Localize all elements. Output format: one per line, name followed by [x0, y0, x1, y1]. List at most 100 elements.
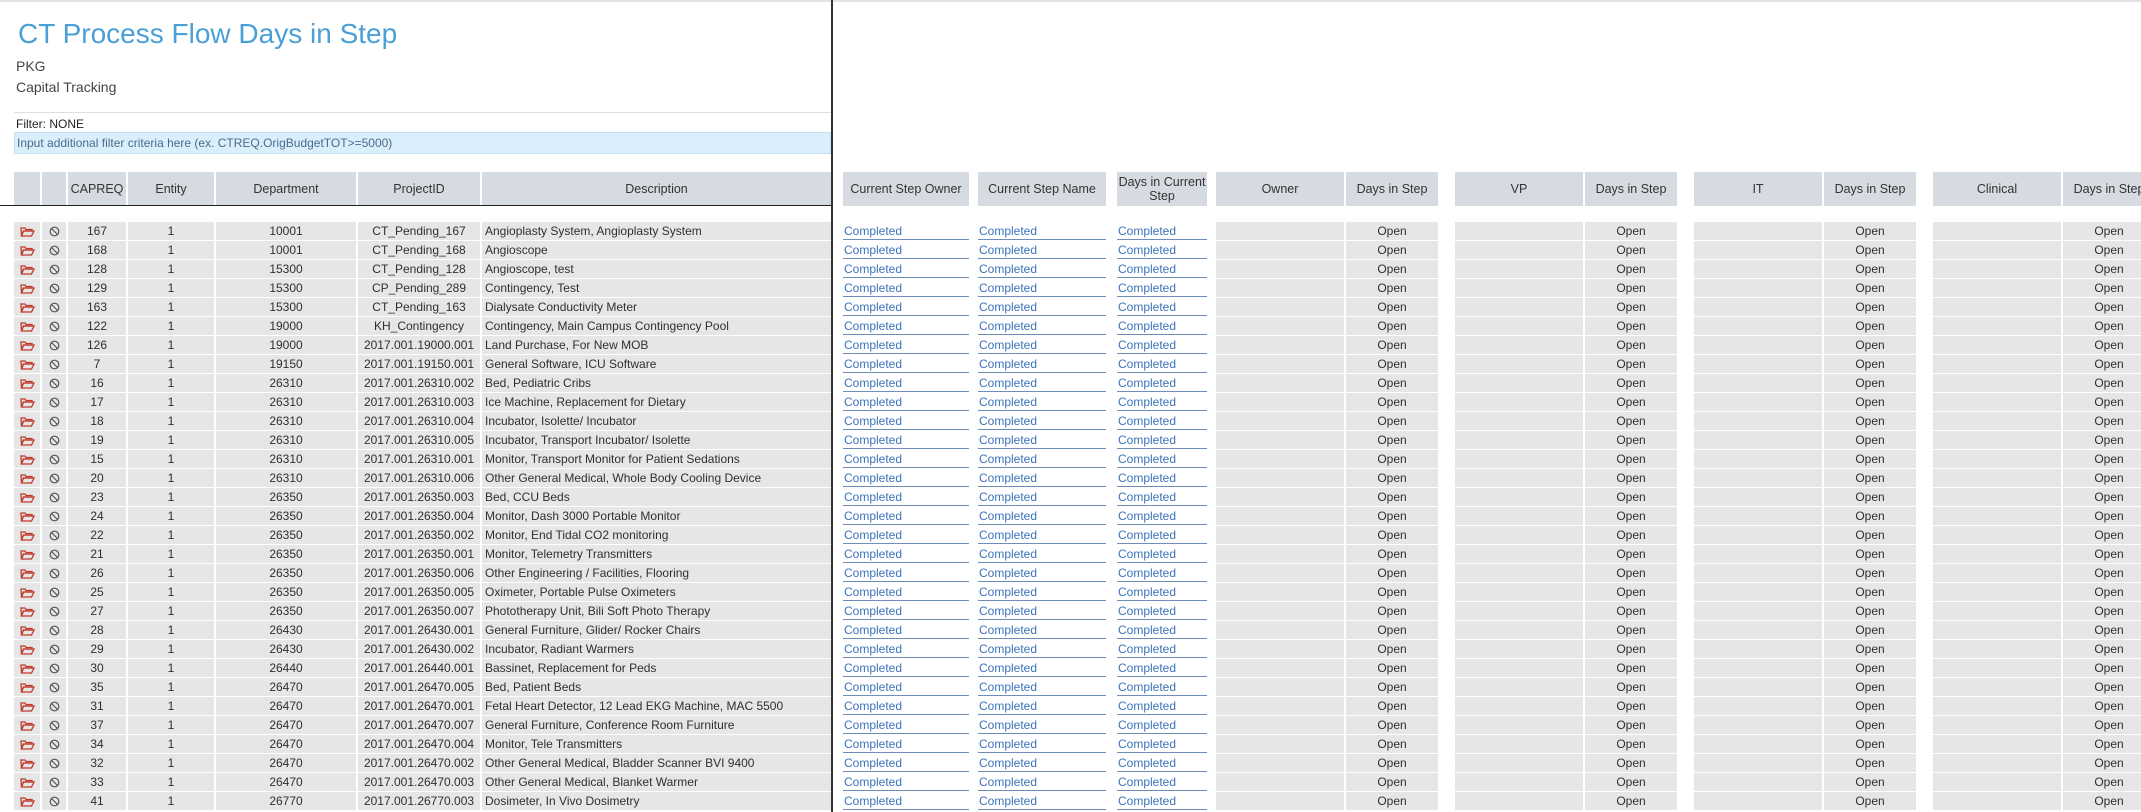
days-current-step-cell[interactable]: Completed	[1117, 488, 1207, 506]
current-step-name-cell[interactable]: Completed	[978, 754, 1106, 772]
current-step-owner-cell[interactable]: Completed	[843, 298, 969, 316]
current-step-name-cell[interactable]: Completed	[978, 336, 1106, 354]
open-record-button[interactable]	[14, 488, 40, 506]
current-step-name-cell[interactable]: Completed	[978, 716, 1106, 734]
current-step-name-cell[interactable]: Completed	[978, 317, 1106, 335]
current-step-owner-cell[interactable]: Completed	[843, 621, 969, 639]
days-current-step-cell[interactable]: Completed	[1117, 412, 1207, 430]
current-step-owner-cell[interactable]: Completed	[843, 773, 969, 791]
days-current-step-cell[interactable]: Completed	[1117, 792, 1207, 810]
open-record-button[interactable]	[14, 564, 40, 582]
cancel-record-button[interactable]	[42, 545, 66, 563]
open-record-button[interactable]	[14, 393, 40, 411]
current-step-name-cell[interactable]: Completed	[978, 488, 1106, 506]
cancel-record-button[interactable]	[42, 754, 66, 772]
current-step-name-cell[interactable]: Completed	[978, 640, 1106, 658]
cancel-record-button[interactable]	[42, 621, 66, 639]
cancel-record-button[interactable]	[42, 659, 66, 677]
header-vp-days[interactable]: Days in Step	[1585, 172, 1677, 206]
open-record-button[interactable]	[14, 792, 40, 810]
current-step-name-cell[interactable]: Completed	[978, 697, 1106, 715]
current-step-name-cell[interactable]: Completed	[978, 526, 1106, 544]
open-record-button[interactable]	[14, 298, 40, 316]
current-step-name-cell[interactable]: Completed	[978, 507, 1106, 525]
header-it-days[interactable]: Days in Step	[1824, 172, 1916, 206]
current-step-name-cell[interactable]: Completed	[978, 469, 1106, 487]
current-step-name-cell[interactable]: Completed	[978, 222, 1106, 240]
cancel-record-button[interactable]	[42, 526, 66, 544]
cancel-record-button[interactable]	[42, 393, 66, 411]
current-step-name-cell[interactable]: Completed	[978, 602, 1106, 620]
current-step-owner-cell[interactable]: Completed	[843, 317, 969, 335]
open-record-button[interactable]	[14, 621, 40, 639]
current-step-owner-cell[interactable]: Completed	[843, 545, 969, 563]
current-step-owner-cell[interactable]: Completed	[843, 716, 969, 734]
days-current-step-cell[interactable]: Completed	[1117, 773, 1207, 791]
current-step-owner-cell[interactable]: Completed	[843, 336, 969, 354]
open-record-button[interactable]	[14, 374, 40, 392]
days-current-step-cell[interactable]: Completed	[1117, 222, 1207, 240]
cancel-record-button[interactable]	[42, 469, 66, 487]
open-record-button[interactable]	[14, 507, 40, 525]
cancel-record-button[interactable]	[42, 735, 66, 753]
current-step-name-cell[interactable]: Completed	[978, 279, 1106, 297]
cancel-record-button[interactable]	[42, 260, 66, 278]
open-record-button[interactable]	[14, 279, 40, 297]
current-step-name-cell[interactable]: Completed	[978, 374, 1106, 392]
days-current-step-cell[interactable]: Completed	[1117, 450, 1207, 468]
days-current-step-cell[interactable]: Completed	[1117, 659, 1207, 677]
days-current-step-cell[interactable]: Completed	[1117, 298, 1207, 316]
days-current-step-cell[interactable]: Completed	[1117, 564, 1207, 582]
days-current-step-cell[interactable]: Completed	[1117, 754, 1207, 772]
header-entity[interactable]: Entity	[128, 172, 214, 206]
days-current-step-cell[interactable]: Completed	[1117, 640, 1207, 658]
cancel-record-button[interactable]	[42, 602, 66, 620]
header-days-current-step[interactable]: Days in Current Step	[1117, 172, 1207, 206]
current-step-owner-cell[interactable]: Completed	[843, 526, 969, 544]
days-current-step-cell[interactable]: Completed	[1117, 678, 1207, 696]
header-description[interactable]: Description	[482, 172, 831, 206]
current-step-name-cell[interactable]: Completed	[978, 564, 1106, 582]
filter-criteria-input[interactable]: Input additional filter criteria here (e…	[14, 132, 831, 154]
days-current-step-cell[interactable]: Completed	[1117, 735, 1207, 753]
days-current-step-cell[interactable]: Completed	[1117, 507, 1207, 525]
open-record-button[interactable]	[14, 450, 40, 468]
current-step-owner-cell[interactable]: Completed	[843, 583, 969, 601]
cancel-record-button[interactable]	[42, 773, 66, 791]
header-it[interactable]: IT	[1694, 172, 1822, 206]
open-record-button[interactable]	[14, 602, 40, 620]
days-current-step-cell[interactable]: Completed	[1117, 241, 1207, 259]
open-record-button[interactable]	[14, 431, 40, 449]
cancel-record-button[interactable]	[42, 298, 66, 316]
cancel-record-button[interactable]	[42, 488, 66, 506]
days-current-step-cell[interactable]: Completed	[1117, 545, 1207, 563]
current-step-owner-cell[interactable]: Completed	[843, 412, 969, 430]
open-record-button[interactable]	[14, 355, 40, 373]
cancel-record-button[interactable]	[42, 431, 66, 449]
cancel-record-button[interactable]	[42, 678, 66, 696]
cancel-record-button[interactable]	[42, 640, 66, 658]
header-clinical[interactable]: Clinical	[1933, 172, 2061, 206]
current-step-owner-cell[interactable]: Completed	[843, 602, 969, 620]
current-step-owner-cell[interactable]: Completed	[843, 260, 969, 278]
current-step-owner-cell[interactable]: Completed	[843, 374, 969, 392]
current-step-owner-cell[interactable]: Completed	[843, 564, 969, 582]
cancel-record-button[interactable]	[42, 317, 66, 335]
cancel-record-button[interactable]	[42, 222, 66, 240]
current-step-name-cell[interactable]: Completed	[978, 735, 1106, 753]
days-current-step-cell[interactable]: Completed	[1117, 279, 1207, 297]
open-record-button[interactable]	[14, 260, 40, 278]
open-record-button[interactable]	[14, 469, 40, 487]
current-step-name-cell[interactable]: Completed	[978, 260, 1106, 278]
open-record-button[interactable]	[14, 735, 40, 753]
current-step-name-cell[interactable]: Completed	[978, 583, 1106, 601]
days-current-step-cell[interactable]: Completed	[1117, 260, 1207, 278]
cancel-record-button[interactable]	[42, 355, 66, 373]
open-record-button[interactable]	[14, 716, 40, 734]
current-step-owner-cell[interactable]: Completed	[843, 678, 969, 696]
open-record-button[interactable]	[14, 317, 40, 335]
header-current-step-name[interactable]: Current Step Name	[978, 172, 1106, 206]
current-step-owner-cell[interactable]: Completed	[843, 222, 969, 240]
days-current-step-cell[interactable]: Completed	[1117, 393, 1207, 411]
current-step-name-cell[interactable]: Completed	[978, 621, 1106, 639]
